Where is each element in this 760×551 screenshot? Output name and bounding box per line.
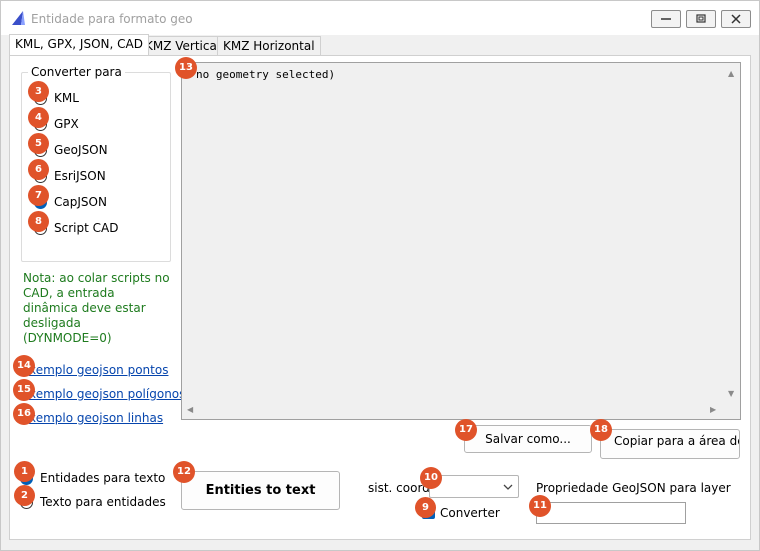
convert-checkbox-label: Converter xyxy=(440,506,500,520)
radio-kml-label: KML xyxy=(54,91,79,105)
annotation-badge: 11 xyxy=(529,495,551,517)
geojson-layer-property-input[interactable] xyxy=(536,502,686,524)
vertical-scrollbar[interactable]: ▲ ▼ xyxy=(723,63,740,403)
coord-system-select[interactable] xyxy=(429,475,519,498)
close-button[interactable] xyxy=(721,10,751,28)
horizontal-scrollbar[interactable]: ◀ ▶ xyxy=(182,402,723,419)
example-geojson-polygons-link[interactable]: xemplo geojson polígonos xyxy=(29,387,185,401)
app-logo-icon xyxy=(12,11,25,25)
minimize-button[interactable] xyxy=(651,10,681,28)
close-icon xyxy=(731,14,741,24)
radio-text-to-entities-label: Texto para entidades xyxy=(40,495,166,509)
scroll-up-icon[interactable]: ▲ xyxy=(728,69,734,78)
annotation-badge: 12 xyxy=(173,461,195,483)
output-textarea[interactable]: no geometry selected) ▲ ▼ ◀ ▶ xyxy=(181,62,741,420)
title-bar: Entidade para formato geo xyxy=(1,1,759,35)
app-window: Entidade para formato geo KML, GPX, JSON… xyxy=(0,0,760,551)
annotation-badge: 8 xyxy=(28,211,49,232)
save-as-button[interactable]: Salvar como... xyxy=(464,425,592,453)
radio-esrijson-label: EsriJSON xyxy=(54,169,106,183)
annotation-badge: 7 xyxy=(28,185,49,206)
annotation-badge: 1 xyxy=(14,461,35,482)
minimize-icon xyxy=(661,18,671,20)
annotation-badge: 13 xyxy=(175,57,197,79)
annotation-badge: 18 xyxy=(590,419,612,441)
annotation-badge: 2 xyxy=(14,485,35,506)
annotation-badge: 4 xyxy=(28,107,49,128)
maximize-button[interactable] xyxy=(686,10,716,28)
annotation-badge: 6 xyxy=(28,159,49,180)
annotation-badge: 9 xyxy=(415,497,436,518)
radio-gpx-label: GPX xyxy=(54,117,79,131)
entities-to-text-button[interactable]: Entities to text xyxy=(181,471,340,510)
annotation-badge: 3 xyxy=(28,81,49,102)
example-geojson-points-link[interactable]: xemplo geojson pontos xyxy=(29,363,168,377)
annotation-badge: 15 xyxy=(13,379,35,401)
geojson-layer-property-label: Propriedade GeoJSON para layer xyxy=(536,481,731,495)
annotation-badge: 17 xyxy=(455,419,477,441)
chevron-down-icon xyxy=(503,484,513,490)
tab-kmz-vertical[interactable]: KMZ Vertical xyxy=(139,36,227,55)
scroll-down-icon[interactable]: ▼ xyxy=(728,389,734,398)
scroll-left-icon[interactable]: ◀ xyxy=(187,405,193,414)
window-title: Entidade para formato geo xyxy=(31,12,193,26)
radio-script-cad-label: Script CAD xyxy=(54,221,119,235)
tab-kml-gpx-json-cad[interactable]: KML, GPX, JSON, CAD xyxy=(9,34,149,55)
example-geojson-lines-link[interactable]: xemplo geojson linhas xyxy=(29,411,163,425)
annotation-badge: 5 xyxy=(28,133,49,154)
tab-kmz-horizontal[interactable]: KMZ Horizontal xyxy=(217,36,321,55)
annotation-badge: 10 xyxy=(420,467,442,489)
radio-capjson-label: CapJSON xyxy=(54,195,107,209)
convert-group-title: Converter para xyxy=(28,65,125,79)
annotation-badge: 14 xyxy=(13,355,35,377)
radio-entities-to-text-label: Entidades para texto xyxy=(40,471,166,485)
annotation-badge: 16 xyxy=(13,403,35,425)
copy-to-clipboard-button[interactable]: Copiar para a área de xyxy=(600,429,740,459)
cad-note: Nota: ao colar scripts no CAD, a entrada… xyxy=(23,271,170,345)
scroll-right-icon[interactable]: ▶ xyxy=(710,405,716,414)
radio-geojson-label: GeoJSON xyxy=(54,143,108,157)
maximize-icon xyxy=(696,14,706,23)
output-text: no geometry selected) xyxy=(196,68,336,81)
